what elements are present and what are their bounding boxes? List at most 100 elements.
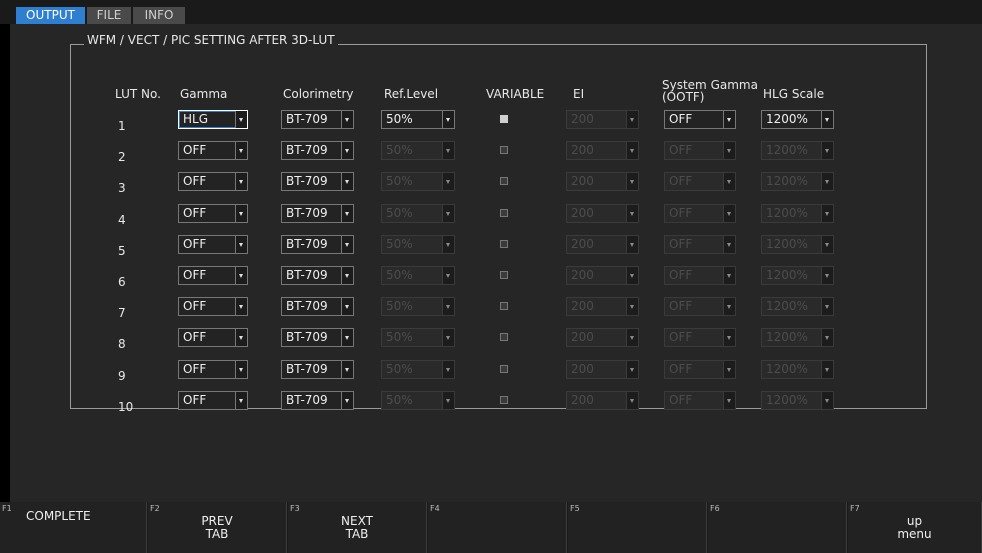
dropdown-arrow-icon[interactable] <box>341 329 353 346</box>
variable-checkbox[interactable] <box>500 177 508 185</box>
ei-select: 200 <box>566 266 639 285</box>
gamma-select[interactable]: OFF <box>178 297 248 316</box>
gamma-select[interactable]: OFF <box>178 360 248 379</box>
colorimetry-select[interactable]: BT-709 <box>281 172 354 191</box>
dropdown-arrow-icon <box>626 142 638 159</box>
variable-checkbox[interactable] <box>500 209 508 217</box>
dropdown-arrow-icon[interactable] <box>341 361 353 378</box>
ref-level-select[interactable]: 50% <box>381 110 455 129</box>
variable-checkbox[interactable] <box>500 396 508 404</box>
select-value: BT-709 <box>286 174 328 188</box>
colorimetry-select[interactable]: BT-709 <box>281 110 354 129</box>
colorimetry-select[interactable]: BT-709 <box>281 391 354 410</box>
dropdown-arrow-icon <box>626 111 638 128</box>
dropdown-arrow-icon <box>821 329 833 346</box>
colorimetry-select[interactable]: BT-709 <box>281 266 354 285</box>
dropdown-arrow-icon[interactable] <box>821 111 833 128</box>
dropdown-arrow-icon[interactable] <box>341 205 353 222</box>
select-value: 200 <box>571 330 594 344</box>
dropdown-arrow-icon[interactable] <box>341 173 353 190</box>
ref-level-select: 50% <box>381 328 455 347</box>
ref-level-select: 50% <box>381 172 455 191</box>
dropdown-arrow-icon[interactable] <box>341 111 353 128</box>
colorimetry-select[interactable]: BT-709 <box>281 235 354 254</box>
variable-checkbox[interactable] <box>500 271 508 279</box>
dropdown-arrow-icon[interactable] <box>341 142 353 159</box>
variable-checkbox[interactable] <box>500 302 508 310</box>
system-gamma-select: OFF <box>664 297 736 316</box>
hlg-scale-select: 1200% <box>761 391 834 410</box>
gamma-select[interactable]: OFF <box>178 204 248 223</box>
tab-bar: OUTPUT FILE INFO <box>0 0 982 24</box>
select-value: BT-709 <box>286 362 328 376</box>
function-key-f5[interactable]: F5 <box>568 502 707 553</box>
gamma-select[interactable]: OFF <box>178 328 248 347</box>
select-value: 50% <box>386 143 413 157</box>
dropdown-arrow-icon[interactable] <box>235 142 247 159</box>
hlg-scale-select: 1200% <box>761 204 834 223</box>
select-value: 1200% <box>766 268 808 282</box>
tab-file[interactable]: FILE <box>87 7 131 24</box>
colorimetry-select[interactable]: BT-709 <box>281 360 354 379</box>
function-key-f1[interactable]: F1 COMPLETE <box>0 502 147 553</box>
dropdown-arrow-icon[interactable] <box>235 329 247 346</box>
select-value: OFF <box>183 206 207 220</box>
dropdown-arrow-icon[interactable] <box>723 111 735 128</box>
dropdown-arrow-icon[interactable] <box>235 298 247 315</box>
tab-output[interactable]: OUTPUT <box>16 7 85 24</box>
select-value: BT-709 <box>286 143 328 157</box>
gamma-select[interactable]: OFF <box>178 266 248 285</box>
variable-checkbox[interactable] <box>500 146 508 154</box>
gamma-select[interactable]: OFF <box>178 391 248 410</box>
dropdown-arrow-icon[interactable] <box>235 267 247 284</box>
gamma-select[interactable]: OFF <box>178 141 248 160</box>
ref-level-select: 50% <box>381 235 455 254</box>
function-key-f3[interactable]: F3 NEXT TAB <box>288 502 427 553</box>
gamma-select[interactable]: OFF <box>178 235 248 254</box>
function-key-number: F7 <box>850 504 860 513</box>
function-key-f6[interactable]: F6 <box>708 502 847 553</box>
dropdown-arrow-icon <box>821 267 833 284</box>
dropdown-arrow-icon[interactable] <box>235 111 247 128</box>
lut-number: 6 <box>118 275 126 289</box>
gamma-select[interactable]: HLG <box>178 110 248 129</box>
system-gamma-select[interactable]: OFF <box>664 110 736 129</box>
ref-level-select: 50% <box>381 141 455 160</box>
hlg-scale-select: 1200% <box>761 235 834 254</box>
dropdown-arrow-icon[interactable] <box>235 361 247 378</box>
function-key-f2[interactable]: F2 PREV TAB <box>148 502 287 553</box>
variable-checkbox[interactable] <box>500 333 508 341</box>
dropdown-arrow-icon[interactable] <box>341 236 353 253</box>
function-key-f7[interactable]: F7 up menu <box>848 502 982 553</box>
dropdown-arrow-icon[interactable] <box>341 267 353 284</box>
select-value: OFF <box>183 393 207 407</box>
select-value: OFF <box>183 330 207 344</box>
dropdown-arrow-icon[interactable] <box>341 392 353 409</box>
gamma-select[interactable]: OFF <box>178 172 248 191</box>
hlg-scale-select[interactable]: 1200% <box>761 110 834 129</box>
colorimetry-select[interactable]: BT-709 <box>281 328 354 347</box>
select-value: BT-709 <box>286 206 328 220</box>
dropdown-arrow-icon[interactable] <box>235 236 247 253</box>
dropdown-arrow-icon[interactable] <box>235 392 247 409</box>
dropdown-arrow-icon[interactable] <box>341 298 353 315</box>
dropdown-arrow-icon <box>442 392 454 409</box>
header-system-gamma-ootf: (OOTF) <box>662 90 705 104</box>
function-key-f4[interactable]: F4 <box>428 502 567 553</box>
select-value: 50% <box>386 393 413 407</box>
colorimetry-select[interactable]: BT-709 <box>281 204 354 223</box>
header-variable: VARIABLE <box>486 87 545 101</box>
tab-info[interactable]: INFO <box>133 7 185 24</box>
variable-checkbox[interactable] <box>500 115 508 123</box>
variable-checkbox[interactable] <box>500 240 508 248</box>
colorimetry-select[interactable]: BT-709 <box>281 297 354 316</box>
variable-checkbox[interactable] <box>500 365 508 373</box>
system-gamma-select: OFF <box>664 204 736 223</box>
select-value: 200 <box>571 299 594 313</box>
system-gamma-select: OFF <box>664 172 736 191</box>
dropdown-arrow-icon[interactable] <box>235 205 247 222</box>
dropdown-arrow-icon[interactable] <box>235 173 247 190</box>
header-ei: EI <box>573 87 585 101</box>
colorimetry-select[interactable]: BT-709 <box>281 141 354 160</box>
dropdown-arrow-icon[interactable] <box>442 111 454 128</box>
